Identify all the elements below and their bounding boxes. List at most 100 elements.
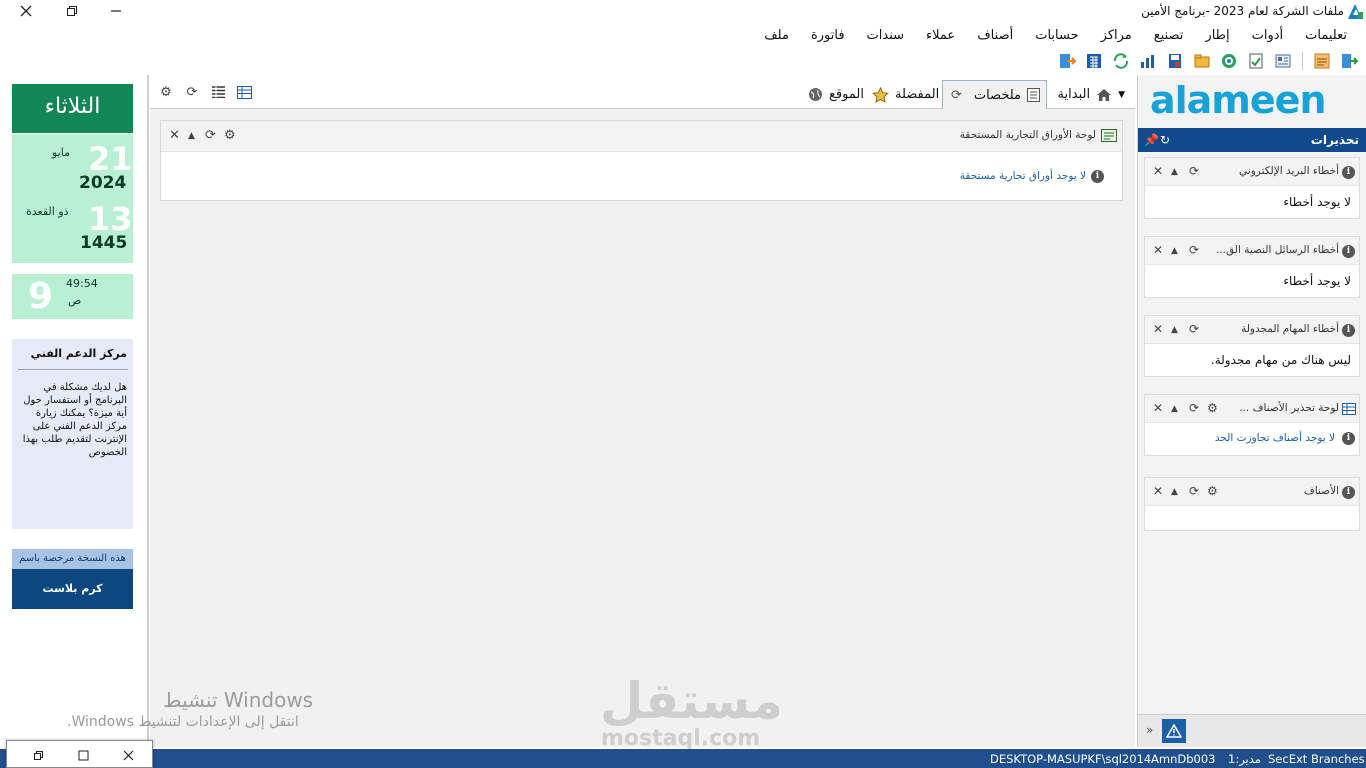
menu-centers[interactable]: مراكز <box>1090 26 1143 46</box>
gear-icon[interactable]: ⚙ <box>224 128 236 143</box>
refresh-icon[interactable]: ⟳ <box>1189 322 1199 336</box>
refresh-icon[interactable]: ⟳ <box>1189 484 1199 498</box>
refresh-icon[interactable]: ⟳ <box>951 88 962 103</box>
widget-message[interactable]: لا يوجد أوراق تجارية مستحقة <box>960 170 1086 182</box>
tab-label: البداية <box>1057 87 1091 102</box>
clock-ampm: ص <box>68 294 82 307</box>
hijri-year: 1445 <box>80 233 128 253</box>
documents-check-icon[interactable] <box>1245 51 1267 71</box>
menu-manufacturing[interactable]: تصنيع <box>1143 26 1195 46</box>
status-secext: SecExt <box>1268 752 1308 766</box>
menu-invoice[interactable]: فاتورة <box>800 26 856 46</box>
collapse-icon[interactable]: ▲ <box>1171 167 1178 177</box>
save-icon[interactable] <box>1137 51 1159 71</box>
collapse-icon[interactable]: ▲ <box>1171 246 1178 256</box>
refresh-icon[interactable]: ⟳ <box>1189 243 1199 257</box>
refresh-icon[interactable]: ⟳ <box>205 128 216 143</box>
menu-customers[interactable]: عملاء <box>915 26 966 46</box>
widget-message[interactable]: لا يوجد أصناف تجاوزت الحد <box>1215 432 1335 444</box>
menu-frame[interactable]: إطار <box>1194 26 1240 46</box>
refresh-icon[interactable]: ⟳ <box>1189 164 1199 178</box>
widget-title: أخطاء الرسائل النصية الق... <box>1215 244 1339 256</box>
table-icon <box>1342 403 1356 415</box>
gear-icon[interactable]: ⚙ <box>158 84 174 100</box>
calculator-icon[interactable] <box>1056 51 1078 71</box>
warning-icon[interactable] <box>1162 719 1186 743</box>
widget-title: لوحة تحذير الأصناف ... <box>1239 402 1339 414</box>
license-name: كرم بلاست <box>12 569 133 609</box>
refresh-icon[interactable]: ⟳ <box>184 84 200 100</box>
restore-icon <box>67 6 77 16</box>
report-icon[interactable] <box>1311 51 1333 71</box>
widget-header: ✕ ▲ ⟳ ⚙ الأصناف i <box>1145 478 1359 506</box>
menu-accounts[interactable]: حسابات <box>1024 26 1089 46</box>
restore-child-button[interactable] <box>23 745 53 765</box>
chart-icon[interactable] <box>1110 51 1132 71</box>
pin-icon[interactable]: 📌 <box>1144 133 1159 147</box>
home-icon <box>1097 88 1112 101</box>
info-icon: i <box>1342 486 1355 499</box>
exit-icon[interactable] <box>1338 51 1360 71</box>
menu-tools[interactable]: أدوات <box>1241 26 1295 46</box>
card-icon[interactable] <box>1272 51 1294 71</box>
windows-activation-subtitle: انتقل إلى الإعدادات لتنشيط Windows. <box>67 714 299 730</box>
ledger-check-icon[interactable] <box>1218 51 1240 71</box>
refresh-icon[interactable]: ↻ <box>1160 133 1170 147</box>
alert-widget-items-warning: ✕ ▲ ⟳ ⚙ لوحة تحذير الأصناف ... لا يوجد أ… <box>1144 394 1360 456</box>
title-bar: ملفات الشركة لعام 2023 -برنامج الأمين <box>0 0 1366 24</box>
close-icon[interactable]: ✕ <box>169 128 180 143</box>
left-panel: الثلاثاء 21 مايو 2024 13 ذو القعدة 1445 … <box>0 75 149 747</box>
widget-header: ✕ ▲ ⟳ أخطاء الرسائل النصية الق... i <box>1145 237 1359 265</box>
refresh-icon[interactable]: ⟳ <box>1189 401 1199 415</box>
main-content: ⚙ ⟳ الموقع المفضلة ملخصات ⟳ ▼ البداية ✕ … <box>150 75 1135 747</box>
support-title: مركز الدعم الفني <box>30 347 127 360</box>
widget-message: ليس هناك من مهام مجدولة. <box>1210 353 1351 367</box>
restore-window-button[interactable] <box>50 0 94 22</box>
tab-site[interactable]: الموقع <box>802 80 870 109</box>
grid-view-icon[interactable] <box>210 84 226 100</box>
toolbar <box>1056 50 1360 72</box>
close-icon[interactable]: ✕ <box>1153 401 1163 415</box>
folder-icon[interactable] <box>1164 51 1186 71</box>
widget-title: أخطاء البريد الإلكتروني <box>1239 165 1339 177</box>
menu-help[interactable]: تعليمات <box>1294 26 1358 46</box>
dropdown-icon[interactable]: ▼ <box>1118 90 1125 100</box>
info-icon: i <box>1342 432 1355 445</box>
maximize-child-button[interactable] <box>68 745 98 765</box>
mostaql-watermark-en: mostaql.com <box>601 726 761 751</box>
alerts-panel-footer: » <box>1138 714 1366 747</box>
support-center[interactable]: مركز الدعم الفني هل لديك مشكلة في البرنا… <box>12 339 133 529</box>
close-icon[interactable]: ✕ <box>1153 243 1163 257</box>
gear-icon[interactable]: ⚙ <box>1207 401 1218 415</box>
refresh-globe-icon[interactable] <box>1191 51 1213 71</box>
collapse-icon[interactable]: ▲ <box>1171 487 1178 497</box>
tab-summaries[interactable]: ملخصات ⟳ <box>942 80 1047 109</box>
close-window-button[interactable] <box>4 0 48 22</box>
table-view-icon[interactable] <box>236 84 252 100</box>
tab-home[interactable]: ▼ البداية <box>1049 80 1131 109</box>
gear-icon[interactable]: ⚙ <box>1207 484 1218 498</box>
collapse-icon[interactable]: ▲ <box>1171 404 1178 414</box>
close-icon[interactable]: ✕ <box>1153 164 1163 178</box>
widget-header: ✕ ▲ ⟳ ⚙ لوحة الأوراق التجارية المستحقة <box>161 121 1122 152</box>
tab-favorites[interactable]: المفضلة <box>866 80 945 109</box>
widget-title: لوحة الأوراق التجارية المستحقة <box>959 129 1096 141</box>
expand-icon[interactable]: » <box>1146 723 1153 737</box>
star-icon <box>872 86 889 103</box>
menu-file[interactable]: ملف <box>753 26 800 46</box>
minimize-window-button[interactable] <box>94 0 138 22</box>
collapse-icon[interactable]: ▲ <box>1171 325 1178 335</box>
sync-icon[interactable] <box>1083 51 1105 71</box>
alert-widget-sms: ✕ ▲ ⟳ أخطاء الرسائل النصية الق... i لا ي… <box>1144 236 1360 298</box>
time-box: 9 49:54 ص <box>12 274 133 319</box>
info-icon: i <box>1342 324 1355 337</box>
close-icon[interactable]: ✕ <box>1153 484 1163 498</box>
close-icon[interactable]: ✕ <box>1153 322 1163 336</box>
menu-vouchers[interactable]: سندات <box>856 26 916 46</box>
collapse-icon[interactable]: ▲ <box>188 131 195 141</box>
license-label: هذه النسخة مرخصة باسم <box>12 549 133 569</box>
mostaql-watermark-ar: مستقل <box>600 672 783 730</box>
close-child-button[interactable] <box>113 745 143 765</box>
menu-items[interactable]: أصناف <box>966 26 1024 46</box>
page-icon <box>1027 88 1040 102</box>
